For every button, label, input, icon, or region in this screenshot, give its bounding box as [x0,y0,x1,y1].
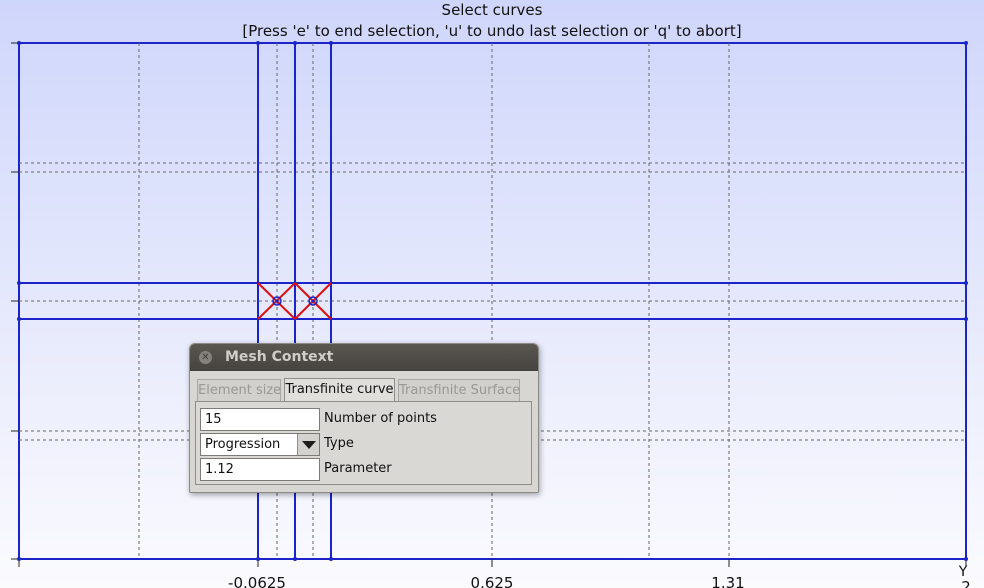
number-of-points-label: Number of points [324,411,437,426]
parameter-label: Parameter [324,461,392,476]
type-label: Type [324,436,354,451]
parameter-input[interactable]: 1.12 [200,458,320,481]
chevron-down-icon[interactable] [297,434,319,455]
mesh-context-dialog[interactable]: ✕ Mesh Context Element size Transfinite … [189,343,539,493]
type-select[interactable]: Progression [200,433,320,456]
tab-element-size[interactable]: Element size [197,379,281,401]
x-tick-label: 1.31 [711,574,745,588]
x-tick-label: 0.625 [470,574,514,588]
tab-transfinite-curve[interactable]: Transfinite curve [284,378,395,402]
close-icon[interactable]: ✕ [199,351,212,364]
y-axis-letter: Y [958,564,968,580]
number-of-points-input[interactable]: 15 [200,408,320,431]
status-title: Select curves [441,1,543,19]
status-hint: [Press 'e' to end selection, 'u' to undo… [242,22,742,40]
tab-transfinite-surface[interactable]: Transfinite Surface [398,379,520,401]
type-select-value: Progression [205,437,281,452]
x-tick-label: -0.0625 [228,574,286,588]
tab-panel: 15 Number of points Progression Type 1.1… [195,401,532,485]
dialog-titlebar[interactable]: ✕ Mesh Context [190,344,538,371]
graphics-viewport[interactable]: Select curves [Press 'e' to end selectio… [0,0,984,588]
mesh-scene[interactable] [0,0,984,588]
dialog-title: Mesh Context [225,349,334,365]
